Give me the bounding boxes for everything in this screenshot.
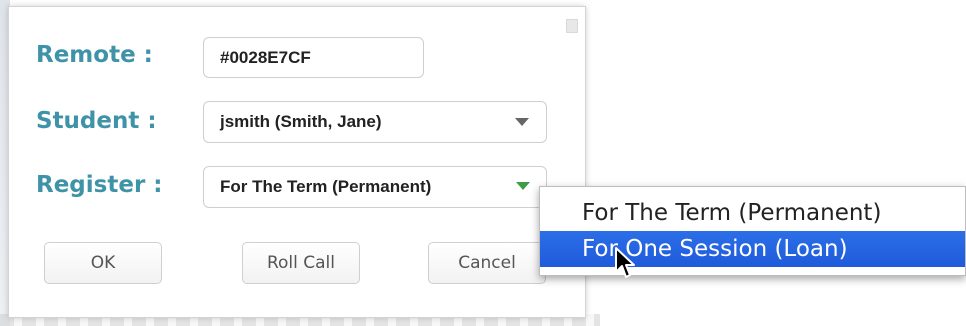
menu-item-for-the-term[interactable]: For The Term (Permanent) [540,195,965,231]
dropdown-caret-icon [515,118,529,126]
ok-button[interactable]: OK [44,242,162,284]
mouse-pointer-icon [615,247,635,278]
register-dropdown-menu: For The Term (Permanent) For One Session… [539,186,966,276]
register-select-value: For The Term (Permanent) [220,177,432,196]
menu-item-for-one-session[interactable]: For One Session (Loan) [540,231,965,267]
remote-label: Remote : [36,42,153,68]
register-label: Register : [36,172,163,198]
cancel-button[interactable]: Cancel [428,242,546,284]
student-select[interactable]: jsmith (Smith, Jane) [203,101,547,143]
register-caret-icon [516,182,530,190]
student-select-value: jsmith (Smith, Jane) [220,112,382,131]
roll-call-button[interactable]: Roll Call [242,242,360,284]
register-select[interactable]: For The Term (Permanent) [203,166,547,208]
scrollbar-thumb[interactable] [566,19,578,33]
remote-id-field[interactable]: #0028E7CF [203,37,424,78]
student-label: Student : [36,108,157,134]
